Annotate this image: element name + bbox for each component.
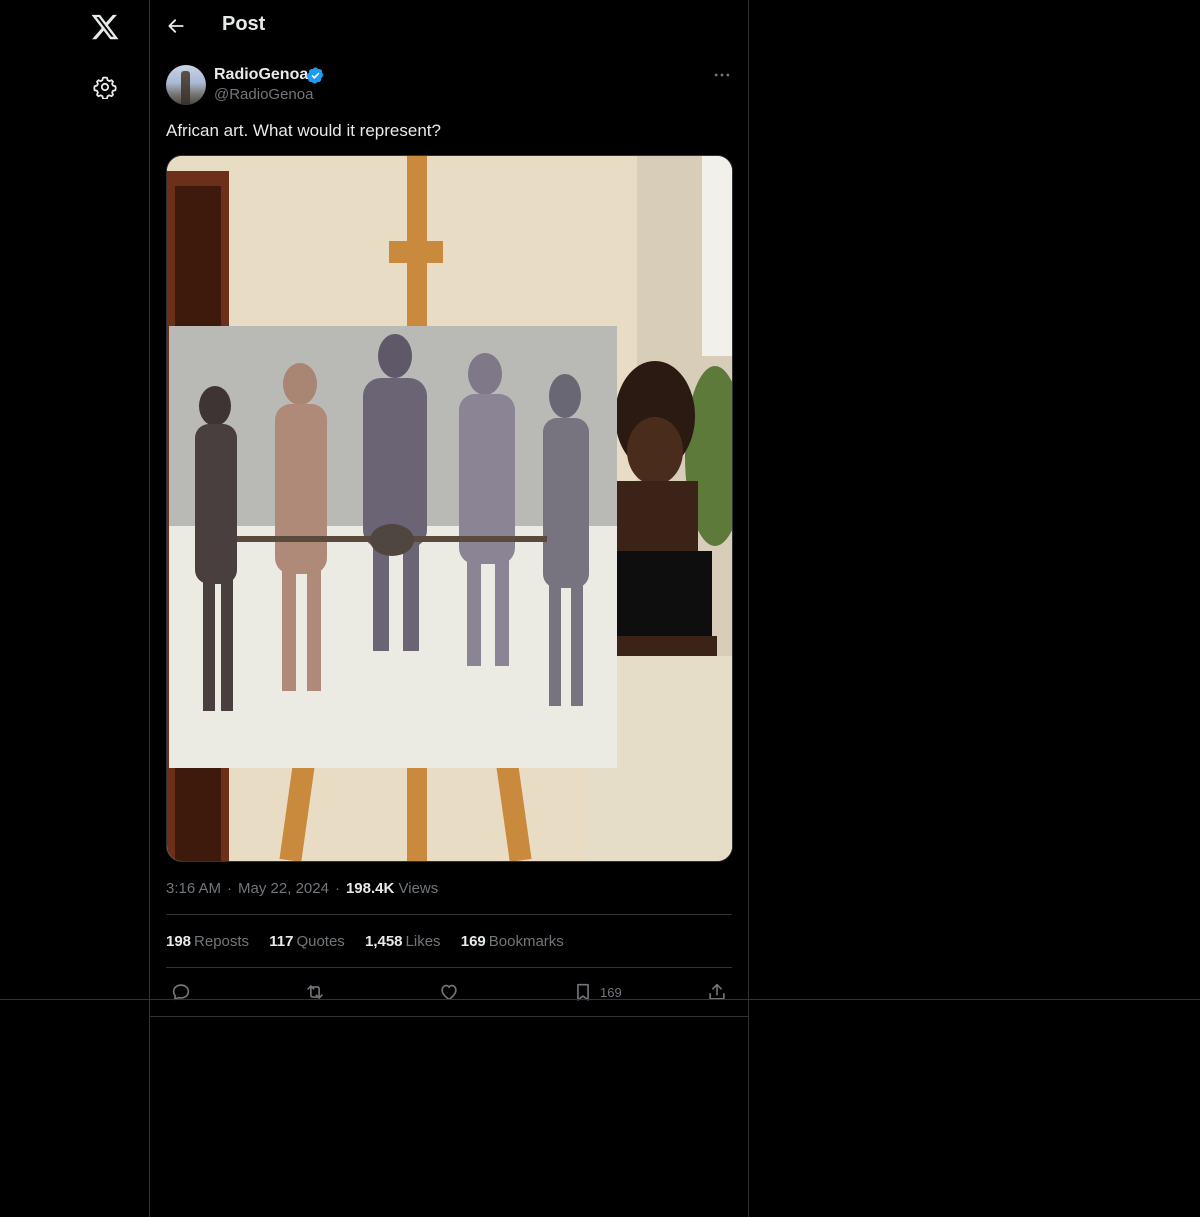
separator-dot: ·: [227, 880, 233, 897]
divider: [166, 967, 732, 968]
author-handle[interactable]: @RadioGenoa: [214, 86, 313, 103]
post-stats: 198 Reposts 117 Quotes 1,458 Likes 169 Bookm…: [166, 933, 580, 950]
page-title: Post: [222, 13, 266, 35]
left-nav: [0, 0, 150, 1217]
main-column: Post RadioGenoa @RadioGenoa African art.…: [150, 0, 749, 1217]
divider: [166, 914, 732, 915]
separator-dot: ·: [334, 880, 340, 897]
post-time[interactable]: 3:16 AM: [166, 880, 221, 897]
quotes-stat[interactable]: 117 Quotes: [269, 933, 345, 950]
likes-stat[interactable]: 1,458 Likes: [365, 933, 441, 950]
post-image[interactable]: [166, 155, 733, 862]
post-meta: 3:16 AM · May 22, 2024 · 198.4K Views: [166, 880, 438, 897]
gear-icon[interactable]: [93, 75, 117, 100]
author-display-name[interactable]: RadioGenoa: [214, 66, 308, 84]
reposts-stat[interactable]: 198 Reposts: [166, 933, 249, 950]
quotes-label: Quotes: [296, 933, 345, 950]
bookmark-count: 169: [600, 984, 622, 1000]
overlay-divider: [0, 999, 1200, 1000]
back-arrow-icon[interactable]: [166, 16, 186, 36]
post-bottom-border: [150, 1016, 748, 1017]
views-count: 198.4K: [345, 880, 395, 897]
views-label: Views: [398, 880, 439, 897]
bookmarks-label: Bookmarks: [488, 933, 564, 950]
avatar-tower-graphic: [181, 71, 190, 105]
post-text: African art. What would it represent?: [166, 121, 441, 140]
x-logo-icon[interactable]: [90, 12, 120, 42]
likes-count: 1,458: [364, 933, 403, 950]
post-header: Post: [150, 0, 748, 53]
post-actions: 169: [166, 981, 732, 1005]
reposts-label: Reposts: [194, 933, 250, 950]
post-date[interactable]: May 22, 2024: [238, 880, 329, 897]
bookmarks-count: 169: [460, 933, 486, 950]
more-options-icon[interactable]: [712, 65, 732, 85]
quotes-count: 117: [269, 933, 294, 950]
reposts-count: 198: [166, 933, 192, 950]
bookmarks-stat[interactable]: 169 Bookmarks: [461, 933, 564, 950]
post-author: RadioGenoa @RadioGenoa: [166, 65, 732, 107]
likes-label: Likes: [405, 933, 441, 950]
verified-badge-icon: [306, 66, 325, 85]
avatar[interactable]: [166, 65, 206, 105]
page: Post RadioGenoa @RadioGenoa African art.…: [0, 0, 1200, 1217]
